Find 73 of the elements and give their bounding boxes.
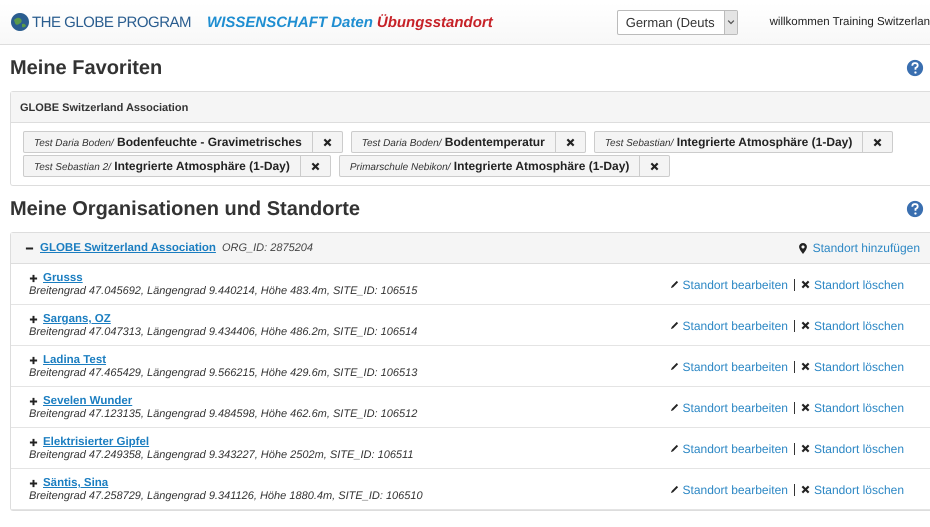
edit-site-link[interactable]: Standort bearbeiten <box>682 442 788 456</box>
pencil-icon <box>670 280 679 289</box>
favorite-link[interactable]: Test Sebastian/ Integrierte Atmosphäre (1-Day) <box>594 131 864 153</box>
close-icon <box>650 162 660 170</box>
close-icon <box>800 485 810 494</box>
delete-site-link[interactable]: Standort löschen <box>814 482 904 496</box>
site-details: Breitengrad 47.465429, Längengrad 9.566215, Höhe 429.6m, SITE_ID: 106513 <box>29 367 418 379</box>
close-icon <box>873 138 882 146</box>
group-title: GLOBE Switzerland Association <box>20 102 188 114</box>
favorite-link[interactable]: Test Daria Boden/ Bodenfeuchte - Gravimetrisches <box>23 131 313 153</box>
delete-site-link[interactable]: Standort löschen <box>814 278 904 292</box>
delete-site-link[interactable]: Standort löschen <box>814 360 904 374</box>
help-icon[interactable] <box>906 59 924 77</box>
expand-icon[interactable] <box>29 356 38 364</box>
close-icon <box>800 321 810 330</box>
logo-text[interactable]: THE GLOBE PROGRAM <box>32 14 192 30</box>
site-details: Breitengrad 47.258729, Längengrad 9.341126, Höhe 1880.4m, SITE_ID: 106510 <box>29 490 424 502</box>
remove-favorite-button[interactable] <box>556 131 586 153</box>
language-select[interactable]: German (Deuts <box>616 10 738 34</box>
close-icon <box>310 162 320 170</box>
site-link[interactable]: Ladina Test <box>43 354 106 366</box>
edit-site-link[interactable]: Standort bearbeiten <box>682 482 788 496</box>
expand-icon[interactable] <box>29 314 38 324</box>
close-icon <box>322 138 332 146</box>
edit-site-link[interactable]: Standort bearbeiten <box>682 278 788 292</box>
pencil-icon <box>670 444 679 453</box>
site-link[interactable]: Grusss <box>43 272 83 284</box>
add-site-link[interactable]: Standort hinzufügen <box>812 241 920 255</box>
site-link[interactable]: Sargans, OZ <box>43 313 111 325</box>
pencil-icon <box>670 403 679 412</box>
site-details: Breitengrad 47.045692, Längengrad 9.440214, Höhe 483.4m, SITE_ID: 106515 <box>29 285 418 297</box>
delete-site-link[interactable]: Standort löschen <box>814 442 904 456</box>
edit-site-link[interactable]: Standort bearbeiten <box>682 318 788 332</box>
site-link[interactable]: Sevelen Wunder <box>43 395 132 407</box>
remove-favorite-button[interactable] <box>640 155 670 177</box>
globe-logo-icon <box>10 12 30 32</box>
expand-icon[interactable] <box>29 438 38 446</box>
close-icon <box>800 444 810 453</box>
welcome-text[interactable]: willkommen Training Switzerlan <box>770 16 930 28</box>
site-details: Breitengrad 47.047313, Längengrad 9.434406, Höhe 486.2m, SITE_ID: 106514 <box>29 326 418 338</box>
edit-site-link[interactable]: Standort bearbeiten <box>682 360 788 374</box>
close-icon <box>800 280 810 289</box>
favorite-link[interactable]: Test Daria Boden/ Bodentemperatur <box>350 131 556 153</box>
remove-favorite-button[interactable] <box>863 131 894 153</box>
training-site-label: Übungsstandort <box>376 14 493 30</box>
close-icon <box>800 362 810 371</box>
favorites-heading: Meine Favoriten <box>10 56 162 80</box>
organization-link[interactable]: GLOBE Switzerland Association <box>40 242 216 254</box>
pencil-icon <box>670 321 679 330</box>
favorite-link[interactable]: Test Sebastian 2/ Integrierte Atmosphäre (1-Day) <box>23 155 301 177</box>
dropdown-caret-icon <box>724 10 737 34</box>
pencil-icon <box>670 485 679 494</box>
remove-favorite-button[interactable] <box>300 155 331 177</box>
expand-icon[interactable] <box>29 274 38 282</box>
remove-favorite-button[interactable] <box>312 131 343 153</box>
expand-icon[interactable] <box>29 478 38 488</box>
map-pin-icon <box>798 242 807 254</box>
site-details: Breitengrad 47.123135, Längengrad 9.484598, Höhe 462.6m, SITE_ID: 106512 <box>29 408 418 420</box>
organizations-heading: Meine Organisationen und Standorte <box>10 198 360 220</box>
pencil-icon <box>670 362 679 371</box>
expand-icon[interactable] <box>29 396 38 406</box>
site-link[interactable]: Säntis, Sina <box>43 477 108 489</box>
site-title[interactable]: WISSENSCHAFT Daten <box>207 14 373 30</box>
delete-site-link[interactable]: Standort löschen <box>814 400 904 414</box>
close-icon <box>800 403 810 412</box>
site-link[interactable]: Elektrisierter Gipfel <box>43 436 150 448</box>
help-icon[interactable] <box>906 200 924 218</box>
org-id: ORG_ID: 2875204 <box>222 242 314 254</box>
edit-site-link[interactable]: Standort bearbeiten <box>682 400 788 414</box>
close-icon <box>566 138 575 146</box>
site-details: Breitengrad 47.249358, Längengrad 9.343227, Höhe 2502m, SITE_ID: 106511 <box>29 449 414 461</box>
favorite-link[interactable]: Primarschule Nebikon/ Integrierte Atmosphäre (1-Day) <box>338 155 640 177</box>
delete-site-link[interactable]: Standort löschen <box>814 318 904 332</box>
